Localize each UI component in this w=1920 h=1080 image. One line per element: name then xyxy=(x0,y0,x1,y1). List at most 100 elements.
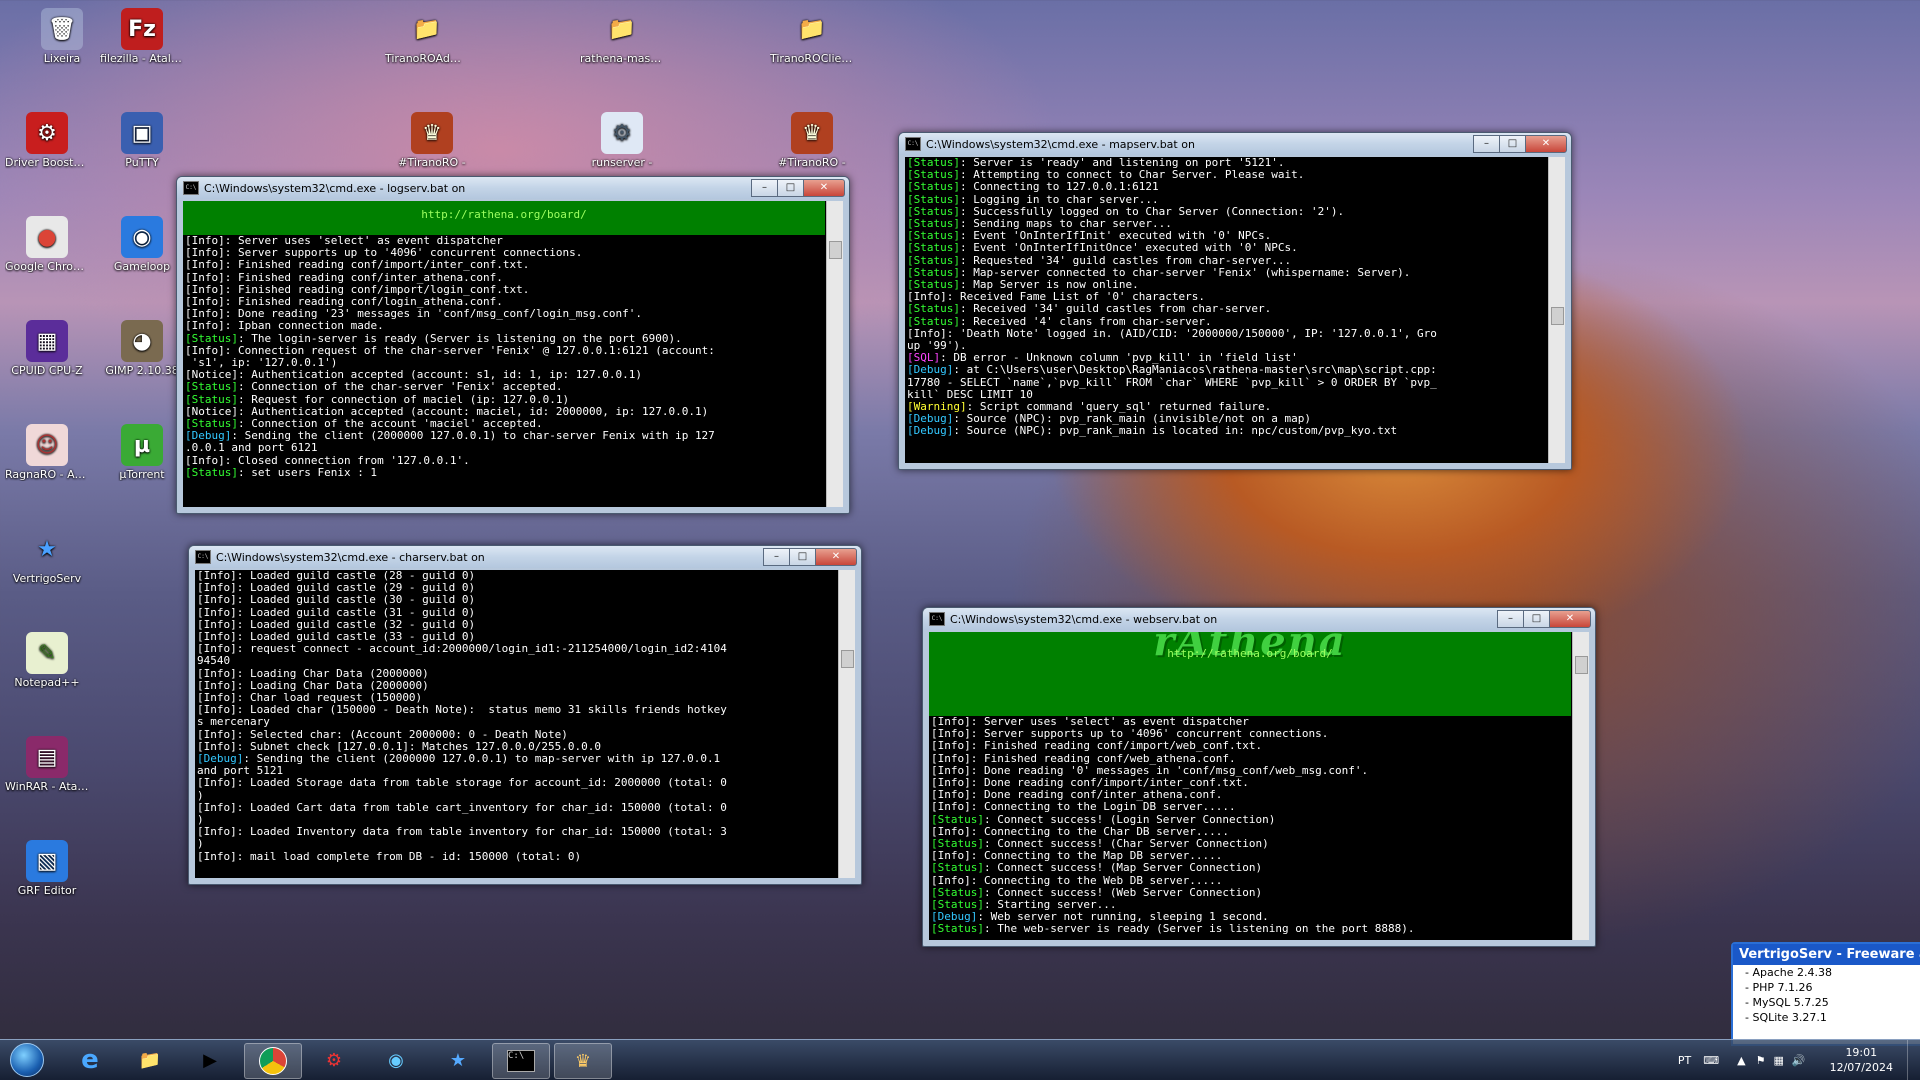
desktop-icon[interactable]: ▧ GRF Editor xyxy=(5,840,89,897)
desktop-icon[interactable]: 📁 TiranoROCliente xyxy=(770,8,854,66)
log-message: : Done reading '0' messages in 'conf/msg… xyxy=(970,763,1369,777)
log-message: : Received Fame List of '0' characters. xyxy=(946,290,1206,304)
log-message: : Loaded guild castle (30 - guild 0) xyxy=(236,593,476,607)
desktop-icon[interactable]: 📁 rathena-master... xyxy=(580,8,664,66)
minimize-button[interactable]: – xyxy=(1473,135,1500,153)
clock-date: 12/07/2024 xyxy=(1829,1061,1893,1074)
cmd-taskbar-icon[interactable]: C:\ xyxy=(492,1043,550,1079)
desktop-icon[interactable]: ⚙ runserver - xyxy=(580,112,664,169)
desktop-icon[interactable]: ☺ RagnaRO - Atualizado... xyxy=(5,424,89,481)
log-level-tag: [Status] xyxy=(185,331,238,345)
media-player-icon[interactable]: ▶ xyxy=(182,1043,238,1077)
desktop-icon-label: CPUID CPU-Z xyxy=(11,364,83,377)
console-output[interactable]: [Status]: Server is 'ready' and listenin… xyxy=(905,157,1565,463)
maximize-button[interactable]: □ xyxy=(1523,610,1550,628)
log-message: : Connect success! (Char Server Connecti… xyxy=(983,837,1269,851)
close-button[interactable]: ✕ xyxy=(1525,135,1567,153)
desktop-icon[interactable]: ◉ Gameloop xyxy=(100,216,184,273)
desktop-icon[interactable]: ♛ #TiranoRO - xyxy=(390,112,474,169)
log-message: : Done reading conf/inter_athena.conf. xyxy=(970,788,1223,802)
log-message: : Connect success! (Map Server Connectio… xyxy=(983,861,1263,875)
log-level-tag: [Info] xyxy=(197,570,237,582)
cmd-icon: C:\ xyxy=(929,612,945,626)
minimize-button[interactable]: – xyxy=(1497,610,1524,628)
maximize-button[interactable]: □ xyxy=(789,548,816,566)
window-title: C:\Windows\system32\cmd.exe - logserv.ba… xyxy=(204,181,466,195)
show-desktop-button[interactable] xyxy=(1907,1040,1920,1080)
action-center-icon[interactable]: ⚑ xyxy=(1756,1054,1766,1067)
clock[interactable]: 19:01 12/07/2024 xyxy=(1830,1045,1893,1075)
log-level-tag: [Status] xyxy=(931,837,984,851)
webserv-titlebar[interactable]: C:\ C:\Windows\system32\cmd.exe - webser… xyxy=(923,608,1595,630)
log-level-tag: [Debug] xyxy=(907,412,954,426)
scrollbar[interactable] xyxy=(838,570,855,878)
logserv-titlebar[interactable]: C:\ C:\Windows\system32\cmd.exe - logser… xyxy=(177,177,849,199)
desktop-icon[interactable]: ✎ Notepad++ xyxy=(5,632,89,689)
chrome-icon[interactable] xyxy=(244,1043,302,1079)
vertrigo-row: - SQLite 3.27.1 xyxy=(1745,1011,1827,1024)
charserv-window[interactable]: C:\ C:\Windows\system32\cmd.exe - charse… xyxy=(188,545,862,885)
console-output[interactable]: http://rathena.org/board/ [Info]: Server… xyxy=(183,201,843,507)
log-message: : request connect - account_id:2000000/l… xyxy=(236,642,727,656)
charserv-titlebar[interactable]: C:\ C:\Windows\system32\cmd.exe - charse… xyxy=(189,546,861,568)
maximize-button[interactable]: □ xyxy=(777,179,804,197)
desktop-icon[interactable]: 🗑 Lixeira xyxy=(20,8,104,65)
desktop-icon[interactable]: µ µTorrent xyxy=(100,424,184,481)
desktop-icon[interactable]: ♛ #TiranoRO - xyxy=(770,112,854,169)
webserv-window[interactable]: C:\ C:\Windows\system32\cmd.exe - webser… xyxy=(922,607,1596,947)
show-hidden-icon[interactable]: ▲ xyxy=(1737,1054,1745,1067)
log-level-tag: [Info] xyxy=(197,605,237,619)
minimize-button[interactable]: – xyxy=(763,548,790,566)
log-level-tag: [Status] xyxy=(907,265,960,279)
close-button[interactable]: ✕ xyxy=(815,548,857,566)
log-message: : Received '34' guild castles from char-… xyxy=(959,302,1272,316)
desktop-icon[interactable]: ◕ GIMP 2.10.38 xyxy=(100,320,184,377)
logserv-window[interactable]: C:\ C:\Windows\system32\cmd.exe - logser… xyxy=(176,176,850,514)
desktop-icon[interactable]: ★ VertrigoServ xyxy=(5,528,89,586)
vertrigo-icon[interactable]: ★ xyxy=(430,1043,486,1077)
console-line: [Debug]: at C:\Users\user\Desktop\RagMan… xyxy=(905,364,1547,376)
close-button[interactable]: ✕ xyxy=(803,179,845,197)
console-output[interactable]: [Info]: Loaded guild castle (28 - guild … xyxy=(195,570,855,878)
mapserv-titlebar[interactable]: C:\ C:\Windows\system32\cmd.exe - mapser… xyxy=(899,133,1571,155)
network-icon[interactable]: ▦ xyxy=(1773,1054,1783,1067)
log-level-tag: [Info] xyxy=(931,873,971,887)
log-message: : Closed connection from '127.0.0.1'. xyxy=(224,453,470,467)
keyboard-icon[interactable]: ⌨ xyxy=(1703,1054,1719,1067)
desktop-icon[interactable]: ⚙ Driver Booster 11 xyxy=(5,112,89,169)
close-button[interactable]: ✕ xyxy=(1549,610,1591,628)
desktop-icon[interactable]: ▤ WinRAR - Atalho xyxy=(5,736,89,793)
desktop-icon[interactable]: ▣ PuTTY xyxy=(100,112,184,169)
desktop-icon[interactable]: ▦ CPUID CPU-Z xyxy=(5,320,89,377)
console-output[interactable]: rAthena http://rathena.org/board/ [Info]… xyxy=(929,632,1589,940)
ie-icon[interactable]: e xyxy=(62,1043,118,1077)
tiranoro-icon[interactable]: ♛ xyxy=(554,1043,612,1079)
desktop-icon-label: PuTTY xyxy=(125,156,159,169)
driver-booster-icon[interactable]: ⚙ xyxy=(306,1043,362,1077)
language-indicator[interactable]: PT xyxy=(1678,1054,1691,1067)
log-level-tag: [Status] xyxy=(907,278,960,292)
vertrigo-row: - PHP 7.1.26 xyxy=(1745,981,1813,994)
log-message: : Attempting to connect to Char Server. … xyxy=(959,168,1305,182)
desktop-icon[interactable]: ● Google Chrome xyxy=(5,216,89,273)
maximize-button[interactable]: □ xyxy=(1499,135,1526,153)
mapserv-window[interactable]: C:\ C:\Windows\system32\cmd.exe - mapser… xyxy=(898,132,1572,470)
gameloop-icon[interactable]: ◉ xyxy=(368,1043,424,1077)
explorer-icon[interactable]: 📁 xyxy=(122,1043,178,1077)
filezilla-icon: Fz xyxy=(121,8,163,50)
scrollbar[interactable] xyxy=(1572,632,1589,940)
log-message: : Done reading '23' messages in 'conf/ms… xyxy=(224,307,642,321)
vertrigo-panel[interactable]: VertrigoServ - Freeware and - Apache 2.4… xyxy=(1731,942,1920,1046)
desktop-icon[interactable]: 📁 TiranoROAdmi... xyxy=(385,8,469,66)
volume-icon[interactable]: 🔊 xyxy=(1792,1054,1806,1067)
desktop-icon-label: GRF Editor xyxy=(17,884,77,897)
log-level-tag: [Status] xyxy=(907,168,960,182)
minimize-button[interactable]: – xyxy=(751,179,778,197)
log-message: : Source (NPC): pvp_rank_main (invisible… xyxy=(953,412,1311,426)
start-button[interactable] xyxy=(2,1043,52,1077)
log-message: : Connect success! (Web Server Connectio… xyxy=(983,885,1263,899)
desktop-icon[interactable]: Fz filezilla - Atalho xyxy=(100,8,184,65)
scrollbar[interactable] xyxy=(1548,157,1565,463)
scrollbar[interactable] xyxy=(826,201,843,507)
log-message: : Starting server... xyxy=(983,898,1117,912)
